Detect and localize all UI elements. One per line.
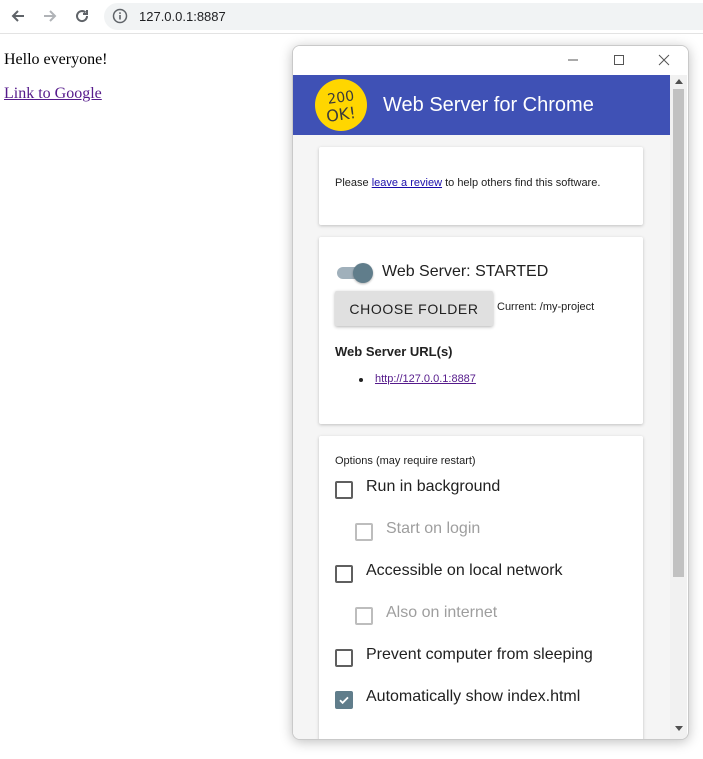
- server-card: Web Server: STARTED CHOOSE FOLDER Curren…: [319, 237, 643, 424]
- checkbox-checked[interactable]: [335, 691, 353, 709]
- vertical-scrollbar[interactable]: [670, 75, 687, 739]
- options-heading: Options (may require restart): [335, 455, 476, 467]
- app-header: 200 OK! Web Server for Chrome: [293, 75, 670, 135]
- reload-icon[interactable]: [69, 4, 95, 28]
- maximize-icon[interactable]: [603, 49, 635, 71]
- scroll-up-arrow-icon[interactable]: [675, 79, 683, 84]
- toggle-knob: [353, 263, 373, 283]
- close-icon[interactable]: [648, 49, 680, 71]
- options-card: Options (may require restart) Run in bac…: [319, 436, 643, 739]
- option-label: Prevent computer from sleeping: [366, 646, 593, 663]
- address-url[interactable]: 127.0.0.1:8887: [139, 9, 226, 24]
- option-label: Accessible on local network: [366, 562, 563, 579]
- checkmark-icon: [339, 696, 349, 705]
- back-arrow-icon[interactable]: [5, 4, 31, 28]
- option-label: Also on internet: [386, 604, 498, 621]
- url-bullet: [359, 378, 363, 382]
- leave-review-link[interactable]: leave a review: [372, 177, 442, 189]
- server-status: Web Server: STARTED: [382, 263, 549, 280]
- minimize-icon[interactable]: [557, 49, 589, 71]
- review-prefix: Please: [335, 177, 372, 189]
- review-suffix: to help others find this software.: [442, 177, 601, 189]
- site-info-icon[interactable]: [112, 8, 128, 24]
- address-bar[interactable]: 127.0.0.1:8887: [104, 3, 703, 30]
- app-content: Please leave a review to help others fin…: [293, 135, 670, 739]
- checkbox[interactable]: [355, 523, 373, 541]
- page-greeting: Hello everyone!: [4, 51, 108, 68]
- review-message: Please leave a review to help others fin…: [335, 177, 600, 189]
- option-label: Automatically show index.html: [366, 688, 581, 705]
- browser-toolbar: 127.0.0.1:8887: [0, 0, 703, 34]
- checkbox[interactable]: [335, 565, 353, 583]
- checkbox[interactable]: [335, 649, 353, 667]
- server-toggle[interactable]: [335, 263, 373, 283]
- server-urls-heading: Web Server URL(s): [335, 344, 453, 359]
- current-folder: Current: /my-project: [497, 301, 595, 313]
- scroll-down-arrow-icon[interactable]: [675, 726, 683, 731]
- checkbox[interactable]: [355, 607, 373, 625]
- review-card: Please leave a review to help others fin…: [319, 147, 643, 225]
- app-logo: 200 OK!: [313, 79, 369, 131]
- choose-folder-button[interactable]: CHOOSE FOLDER: [335, 291, 493, 326]
- forward-arrow-icon[interactable]: [37, 4, 63, 28]
- web-server-app-window: 200 OK! Web Server for Chrome Please lea…: [292, 45, 689, 740]
- app-title: Web Server for Chrome: [383, 94, 594, 116]
- option-label: Start on login: [386, 520, 481, 537]
- server-url-link[interactable]: http://127.0.0.1:8887: [375, 373, 476, 385]
- scrollbar-thumb[interactable]: [673, 89, 684, 577]
- option-label: Run in background: [366, 478, 501, 495]
- checkbox[interactable]: [335, 481, 353, 499]
- logo-text-bottom: OK!: [325, 103, 357, 126]
- google-link[interactable]: Link to Google: [4, 85, 102, 103]
- window-titlebar: [293, 46, 688, 75]
